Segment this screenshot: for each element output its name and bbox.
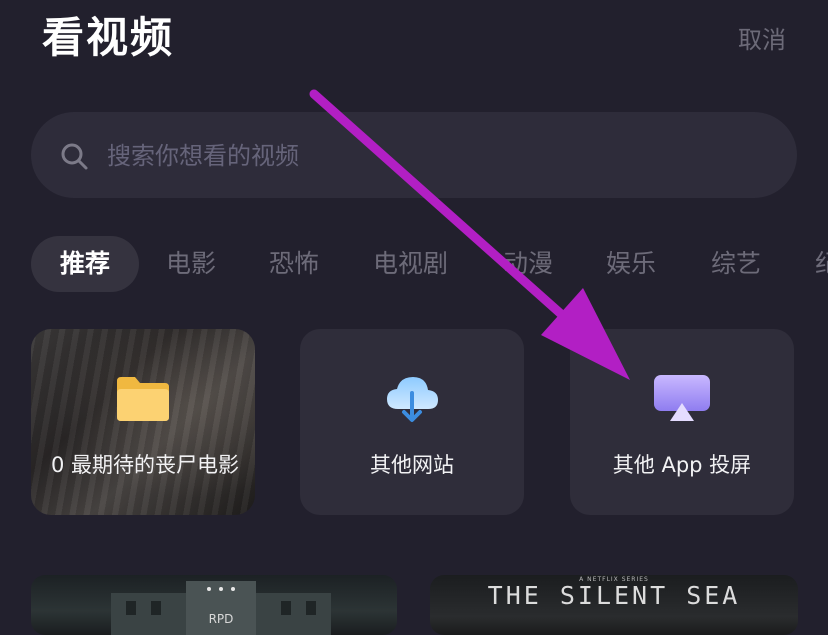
cloud-download-icon [387, 377, 438, 422]
tab-horror[interactable]: 恐怖 [269, 236, 319, 292]
tab-variety[interactable]: 综艺 [711, 236, 761, 292]
annotation-arrow [309, 89, 630, 380]
airplay-icon [654, 375, 710, 421]
cancel-button[interactable]: 取消 [738, 20, 786, 55]
folder-icon [117, 377, 169, 421]
tab-recommended[interactable]: 推荐 [31, 236, 140, 292]
page-title: 看视频 [42, 13, 175, 62]
video-thumbnail-silent-sea[interactable]: A NETFLIX SERIES THE SILENT SEA [430, 575, 798, 635]
card-label: 0 最期待的丧尸电影 [51, 453, 240, 477]
card-zombie-movies[interactable]: 0 最期待的丧尸电影 [31, 329, 255, 515]
tab-anime[interactable]: 动漫 [503, 236, 553, 292]
show-title: THE SILENT SEA [487, 581, 741, 610]
card-label: 其他 App 投屏 [612, 453, 752, 477]
search-bar[interactable] [31, 112, 797, 198]
tab-movies[interactable]: 电影 [166, 236, 216, 292]
tab-documentary[interactable]: 纪 [815, 236, 828, 292]
video-thumbnail-rpd[interactable]: RPD [31, 575, 397, 635]
category-tabs: 推荐 电影 恐怖 电视剧 动漫 娱乐 综艺 纪 [31, 236, 828, 292]
card-airplay-other-apps[interactable]: 其他 App 投屏 [570, 329, 794, 515]
building-image: RPD [111, 581, 331, 635]
card-other-websites[interactable]: 其他网站 [300, 329, 524, 515]
card-label: 其他网站 [370, 453, 454, 477]
tab-tv-series[interactable]: 电视剧 [373, 236, 448, 292]
search-input[interactable] [105, 132, 749, 180]
search-icon [61, 143, 88, 170]
tab-entertainment[interactable]: 娱乐 [606, 236, 656, 292]
rpd-sign: RPD [209, 612, 234, 626]
